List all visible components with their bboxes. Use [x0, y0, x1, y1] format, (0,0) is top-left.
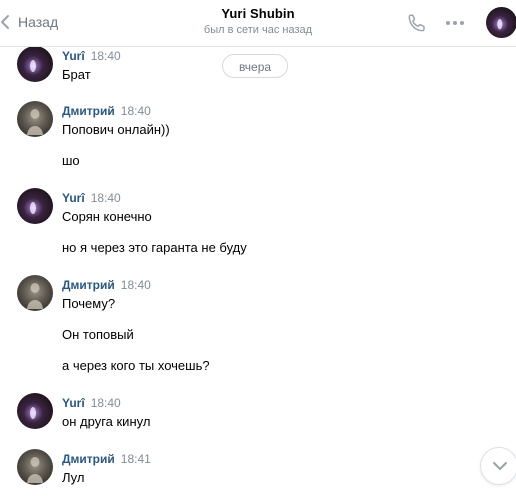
scroll-down-button[interactable] [480, 447, 516, 485]
message-meta: Yurî 18:40 [62, 191, 121, 205]
avatar[interactable] [17, 275, 53, 311]
avatar[interactable] [17, 46, 53, 82]
message-time: 18:40 [90, 191, 121, 205]
message-text: а через кого ты хочешь? [62, 358, 210, 373]
message-time: 18:40 [120, 278, 151, 292]
message-text: Почему? [62, 296, 116, 311]
author-name[interactable]: Дмитрий [62, 452, 115, 466]
author-name[interactable]: Yurî [62, 191, 85, 205]
message-meta: Дмитрий 18:40 [62, 278, 151, 292]
message-meta: Yurî 18:40 [62, 396, 121, 410]
message-text: он друга кинул [62, 414, 151, 429]
message-time: 18:40 [90, 396, 121, 410]
more-dots-icon[interactable] [444, 12, 466, 34]
contact-name: Yuri Shubin [221, 6, 295, 21]
message-text: Сорян конечно [62, 209, 152, 224]
message-meta: Дмитрий 18:41 [62, 452, 151, 466]
avatar[interactable] [17, 101, 53, 137]
author-name[interactable]: Дмитрий [62, 278, 115, 292]
chevron-down-icon [493, 462, 507, 470]
message-text: Попович онлайн)) [62, 122, 170, 137]
date-divider: вчера [222, 54, 288, 78]
contact-status: был в сети час назад [203, 24, 313, 36]
message-text: Брат [62, 67, 91, 82]
avatar[interactable] [17, 393, 53, 429]
message-text: Лул [62, 470, 85, 485]
author-name[interactable]: Yurî [62, 396, 85, 410]
author-name[interactable]: Дмитрий [62, 104, 115, 118]
contact-avatar[interactable] [486, 7, 516, 38]
avatar[interactable] [17, 449, 53, 485]
message-meta: Yurî 18:40 [62, 49, 121, 63]
chat-header: Назад Yuri Shubin был в сети час назад [0, 0, 516, 47]
message-text: но я через это гаранта не буду [62, 240, 247, 255]
chat-title[interactable]: Yuri Shubin был в сети час назад [0, 6, 516, 36]
message-meta: Дмитрий 18:40 [62, 104, 151, 118]
message-time: 18:41 [120, 452, 151, 466]
message-text: Он топовый [62, 327, 134, 342]
avatar[interactable] [17, 188, 53, 224]
message-time: 18:40 [90, 49, 121, 63]
message-text: шо [62, 153, 80, 168]
phone-icon[interactable] [406, 12, 428, 34]
message-time: 18:40 [120, 104, 151, 118]
author-name[interactable]: Yurî [62, 49, 85, 63]
